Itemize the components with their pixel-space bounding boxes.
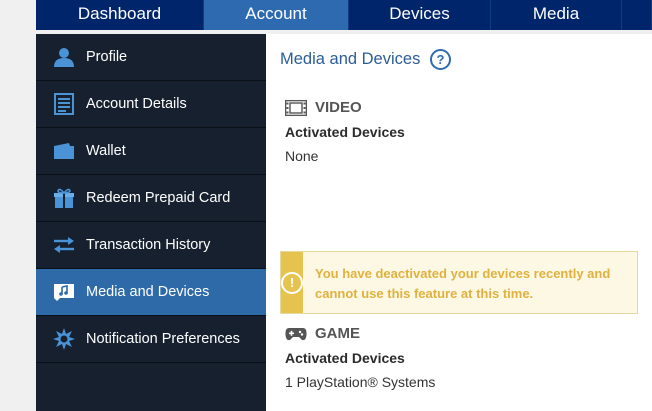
media-devices-icon [52, 281, 76, 303]
user-icon [52, 46, 76, 68]
warning-banner: ! You have deactivated your devices rece… [280, 251, 638, 314]
warning-icon: ! [281, 271, 303, 294]
warning-bar: ! [281, 252, 303, 313]
video-heading: VIDEO [315, 99, 362, 116]
sidebar-item-transaction-history[interactable]: Transaction History [36, 222, 266, 269]
game-activated-devices-value: 1 PlayStation® Systems [285, 374, 436, 390]
help-icon[interactable]: ? [430, 49, 451, 70]
sidebar-item-label: Media and Devices [86, 284, 210, 300]
sidebar-item-redeem-prepaid-card[interactable]: Redeem Prepaid Card [36, 175, 266, 222]
gear-burst-icon [52, 328, 76, 350]
video-activated-devices-label: Activated Devices [285, 124, 405, 140]
tab-overflow[interactable] [622, 0, 652, 30]
sidebar-item-label: Notification Preferences [86, 331, 240, 347]
game-section-heading: GAME [285, 325, 360, 342]
wallet-icon [52, 140, 76, 162]
sidebar-item-label: Profile [86, 49, 128, 65]
video-activated-devices-value: None [285, 148, 319, 164]
sidebar-item-label: Wallet [86, 143, 126, 159]
sidebar-item-label: Account Details [86, 96, 187, 112]
tab-account[interactable]: Account [204, 0, 349, 30]
gift-icon [52, 187, 76, 209]
sidebar-item-media-and-devices[interactable]: Media and Devices [36, 269, 266, 316]
page-title: Media and Devices [280, 50, 421, 68]
video-section-heading: VIDEO [285, 99, 362, 116]
tab-dashboard[interactable]: Dashboard [36, 0, 204, 30]
gamepad-icon [285, 326, 307, 342]
document-icon [52, 93, 76, 115]
sidebar-item-label: Transaction History [86, 237, 211, 253]
sidebar-item-account-details[interactable]: Account Details [36, 81, 266, 128]
warning-message: You have deactivated your devices recent… [315, 266, 611, 301]
main-content: Media and Devices ? VIDEO Activated Devi… [266, 34, 652, 411]
sidebar-item-label: Redeem Prepaid Card [86, 190, 231, 206]
tab-media[interactable]: Media [491, 0, 622, 30]
tab-devices[interactable]: Devices [349, 0, 491, 30]
sidebar-item-profile[interactable]: Profile [36, 34, 266, 81]
game-heading: GAME [315, 325, 360, 342]
sidebar-item-wallet[interactable]: Wallet [36, 128, 266, 175]
transfer-arrows-icon [52, 234, 76, 256]
page-margin [0, 0, 36, 411]
game-activated-devices-label: Activated Devices [285, 350, 405, 366]
sidebar: Profile Account Details Wallet Redeem Pr… [36, 34, 266, 411]
film-icon [285, 99, 307, 116]
sidebar-item-notification-preferences[interactable]: Notification Preferences [36, 316, 266, 363]
top-navigation: Dashboard Account Devices Media [36, 0, 652, 30]
